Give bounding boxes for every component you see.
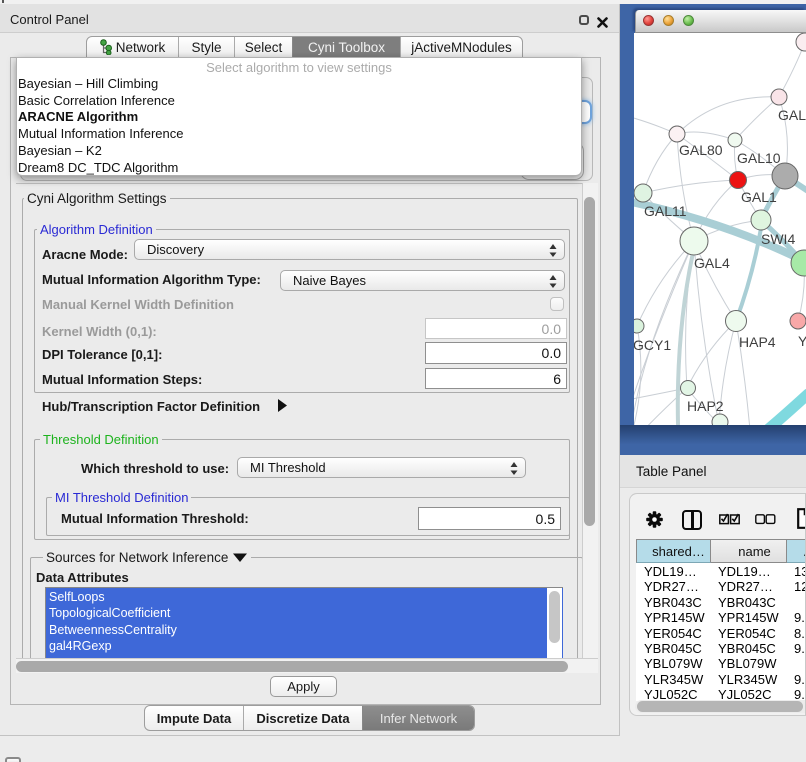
svg-text:HAP2: HAP2 <box>687 398 724 414</box>
svg-text:GCY1: GCY1 <box>634 337 671 353</box>
svg-text:GAL10: GAL10 <box>737 150 781 166</box>
svg-text:GAL4: GAL4 <box>694 255 730 271</box>
svg-text:GAL11: GAL11 <box>644 203 687 219</box>
svg-text:SWI4: SWI4 <box>761 231 795 247</box>
svg-text:GAL7: GAL7 <box>778 107 806 123</box>
svg-text:HAP4: HAP4 <box>739 334 776 350</box>
svg-text:GAL80: GAL80 <box>679 142 723 158</box>
svg-text:GAL1: GAL1 <box>741 189 777 205</box>
svg-text:YBR: YBR <box>798 333 806 349</box>
